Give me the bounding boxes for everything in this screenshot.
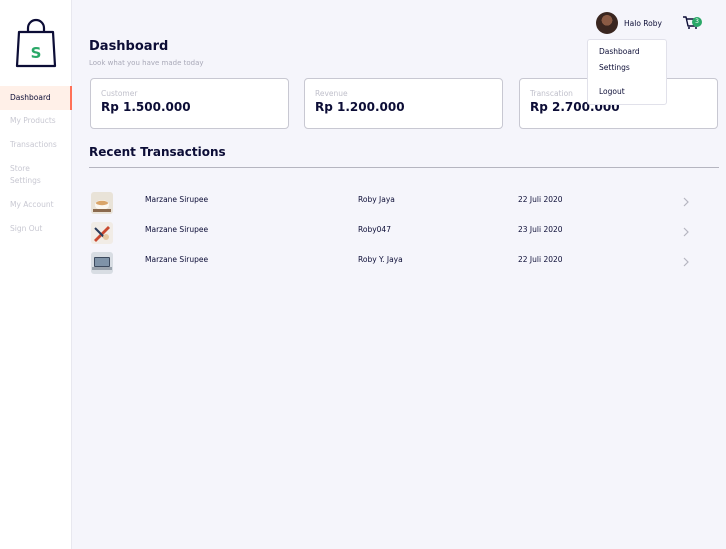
shopping-bag-logo-icon[interactable]: S bbox=[15, 18, 57, 68]
dropdown-item-logout[interactable]: Logout bbox=[599, 87, 625, 96]
product-thumbnail bbox=[91, 252, 113, 274]
stat-label: Revenue bbox=[315, 89, 348, 98]
transaction-row[interactable]: Marzane Sirupee Roby Y. Jaya 22 Juli 202… bbox=[89, 250, 719, 276]
dropdown-item-dashboard[interactable]: Dashboard bbox=[599, 47, 640, 56]
product-name: Marzane Sirupee bbox=[145, 255, 209, 264]
sidebar-item-store-settings[interactable]: Store Settings bbox=[0, 163, 60, 187]
buyer-name: Roby047 bbox=[358, 225, 391, 234]
sidebar-item-sign-out[interactable]: Sign Out bbox=[0, 223, 52, 235]
transaction-row[interactable]: Marzane Sirupee Roby047 23 Juli 2020 bbox=[89, 220, 719, 246]
stat-value: Rp 1.500.000 bbox=[101, 100, 191, 114]
product-name: Marzane Sirupee bbox=[145, 225, 209, 234]
dropdown-item-settings[interactable]: Settings bbox=[599, 63, 630, 72]
stat-label: Customer bbox=[101, 89, 138, 98]
avatar[interactable] bbox=[596, 12, 618, 34]
page-title: Dashboard bbox=[89, 39, 169, 54]
product-name: Marzane Sirupee bbox=[145, 195, 209, 204]
transaction-row[interactable]: Marzane Sirupee Roby Jaya 22 Juli 2020 bbox=[89, 190, 719, 216]
divider bbox=[89, 167, 719, 168]
sidebar-item-my-products[interactable]: My Products bbox=[0, 115, 66, 127]
transaction-date: 22 Juli 2020 bbox=[518, 255, 563, 264]
page-subtitle: Look what you have made today bbox=[89, 59, 204, 67]
sidebar-item-my-account[interactable]: My Account bbox=[0, 199, 64, 211]
stat-card-customer: Customer Rp 1.500.000 bbox=[90, 78, 289, 129]
product-thumbnail bbox=[91, 222, 113, 244]
transaction-date: 23 Juli 2020 bbox=[518, 225, 563, 234]
stat-value: Rp 1.200.000 bbox=[315, 100, 405, 114]
buyer-name: Roby Jaya bbox=[358, 195, 395, 204]
sidebar-item-transactions[interactable]: Transactions bbox=[0, 139, 67, 151]
user-dropdown-menu: Dashboard Settings Logout bbox=[587, 39, 667, 105]
user-menu-toggle[interactable]: Halo Roby bbox=[596, 12, 662, 34]
stat-card-revenue: Revenue Rp 1.200.000 bbox=[304, 78, 503, 129]
chevron-right-icon[interactable] bbox=[682, 257, 690, 267]
product-thumbnail bbox=[91, 192, 113, 214]
user-greeting[interactable]: Halo Roby bbox=[624, 19, 662, 28]
transaction-date: 22 Juli 2020 bbox=[518, 195, 563, 204]
svg-text:S: S bbox=[31, 44, 42, 62]
chevron-right-icon[interactable] bbox=[682, 197, 690, 207]
chevron-right-icon[interactable] bbox=[682, 227, 690, 237]
cart-count-badge: 3 bbox=[692, 17, 702, 27]
sidebar-item-dashboard[interactable]: Dashboard bbox=[0, 86, 72, 110]
buyer-name: Roby Y. Jaya bbox=[358, 255, 403, 264]
recent-transactions-title: Recent Transactions bbox=[89, 145, 226, 159]
sidebar-nav: Dashboard My Products Transactions Store… bbox=[0, 86, 72, 233]
sidebar: S Dashboard My Products Transactions Sto… bbox=[0, 0, 72, 549]
